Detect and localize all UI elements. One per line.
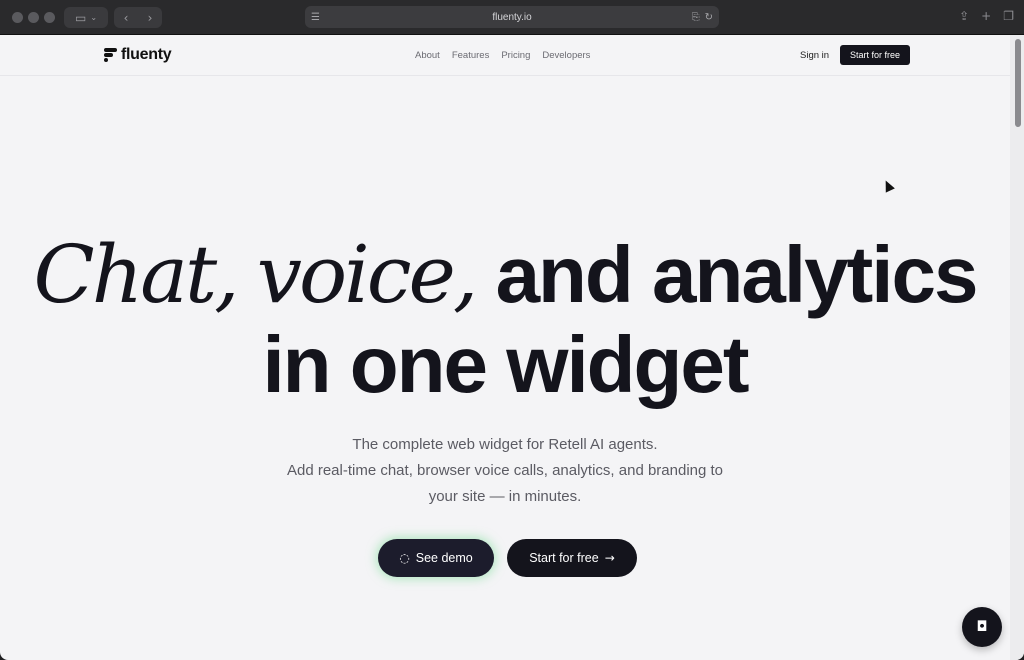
maximize-window-button[interactable] (44, 12, 55, 23)
nav-pricing[interactable]: Pricing (501, 50, 530, 61)
message-icon: ◘ (976, 619, 988, 635)
hero-title-voice: voice, (256, 228, 479, 321)
back-icon[interactable]: ‹ (124, 11, 129, 25)
sidebar-icon: ▭ (74, 10, 87, 25)
start-for-free-button[interactable]: Start for free → (507, 539, 637, 577)
hero-subtitle: The complete web widget for Retell AI ag… (0, 432, 1010, 510)
scrollbar-thumb[interactable] (1015, 39, 1021, 127)
hero-subtitle-line-3: your site — in minutes. (428, 488, 582, 505)
arrow-right-icon: → (604, 551, 615, 565)
scrollbar[interactable] (1010, 35, 1024, 660)
sidebar-toggle-button[interactable]: ▭ ⌄ (64, 7, 108, 28)
see-demo-label: See demo (415, 551, 473, 565)
minimize-window-button[interactable] (28, 12, 39, 23)
hero-title-line-1: Chat, voice, and analytics (0, 230, 1010, 320)
start-for-free-label: Start for free (529, 551, 599, 565)
hero-title-line-2: in one widget (262, 320, 749, 409)
chat-bubble-icon: ◌ (399, 551, 410, 565)
history-nav: ‹ › (114, 7, 162, 28)
logo-text: fluenty (121, 46, 172, 63)
page-settings-icon[interactable]: ☰ (311, 12, 320, 23)
close-window-button[interactable] (12, 12, 23, 23)
browser-toolbar: ▭ ⌄ ‹ › ☰ fluenty.io ⎘ ↻ ⇪ + ❐ (0, 0, 1024, 35)
share-icon[interactable]: ⇪ (959, 9, 969, 23)
hero-subtitle-line-2: Add real-time chat, browser voice calls,… (286, 462, 724, 479)
site-header: fluenty About Features Pricing Developer… (0, 35, 1010, 76)
see-demo-button[interactable]: ◌ See demo (378, 539, 494, 577)
logo-icon (104, 48, 117, 62)
nav-features[interactable]: Features (452, 50, 490, 61)
new-tab-icon[interactable]: + (981, 9, 991, 23)
mouse-cursor-icon (881, 178, 895, 193)
logo[interactable]: fluenty (104, 46, 172, 64)
chat-widget-button[interactable]: ◘ (962, 607, 1002, 647)
hero-title-analytics: and analytics (495, 230, 979, 319)
nav-about[interactable]: About (415, 50, 440, 61)
reload-icon[interactable]: ↻ (705, 12, 713, 23)
chevron-down-icon: ⌄ (90, 13, 98, 22)
hero-title-chat: Chat, (33, 228, 240, 321)
page-viewport: fluenty About Features Pricing Developer… (0, 35, 1024, 660)
hero-subtitle-line-1: The complete web widget for Retell AI ag… (352, 436, 658, 453)
header-start-free-button[interactable]: Start for free (840, 45, 910, 65)
translate-icon[interactable]: ⎘ (692, 12, 700, 23)
main-nav: About Features Pricing Developers (415, 50, 590, 61)
address-bar[interactable]: ☰ fluenty.io ⎘ ↻ (305, 6, 719, 28)
forward-icon[interactable]: › (148, 11, 153, 25)
url-text: fluenty.io (492, 11, 532, 23)
tab-overview-icon[interactable]: ❐ (1003, 9, 1014, 23)
sign-in-link[interactable]: Sign in (800, 50, 829, 61)
nav-developers[interactable]: Developers (542, 50, 590, 61)
